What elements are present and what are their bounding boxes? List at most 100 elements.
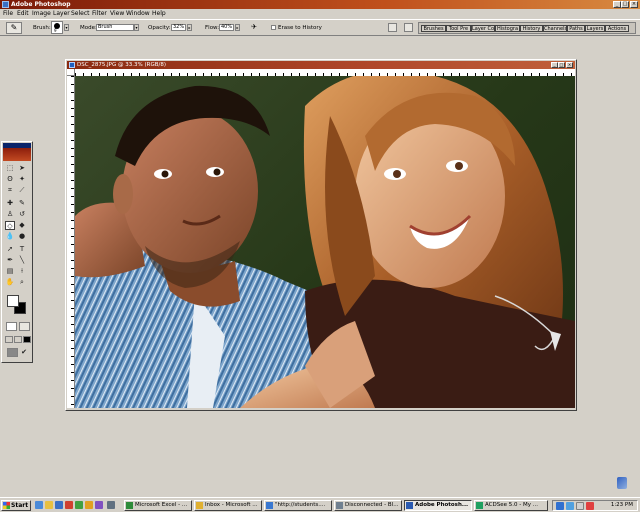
app-quicklaunch-icon[interactable]: [95, 501, 103, 509]
start-button[interactable]: Start: [1, 500, 31, 511]
more-quicklaunch-icon[interactable]: [107, 501, 115, 509]
tab-tool-presets[interactable]: Tool Pre: [446, 25, 471, 32]
desktop-quicklaunch-icon[interactable]: [55, 501, 63, 509]
task-photoshop[interactable]: Adobe Photosh...: [404, 500, 472, 511]
path-select-icon[interactable]: ➚: [5, 245, 15, 254]
tray-volume-icon[interactable]: [576, 502, 584, 510]
brush-preview[interactable]: 9: [51, 21, 63, 34]
adobe-logo-icon[interactable]: [3, 148, 31, 161]
task-excel[interactable]: Microsoft Excel - ...: [124, 500, 192, 511]
doc-maximize-icon[interactable]: □: [558, 62, 565, 68]
tab-paths[interactable]: Paths: [567, 25, 585, 32]
healing-brush-icon[interactable]: ✚: [5, 199, 15, 208]
vertical-ruler[interactable]: [67, 76, 75, 408]
palette-toggle-icon[interactable]: [404, 23, 413, 32]
opacity-label: Opacity:: [148, 25, 171, 31]
standard-mode-icon[interactable]: [6, 322, 17, 331]
slice-tool-icon[interactable]: ⟋: [17, 186, 27, 195]
task-inbox[interactable]: Inbox - Microsoft ...: [194, 500, 262, 511]
folder-quicklaunch-icon[interactable]: [85, 501, 93, 509]
file-browser-icon[interactable]: [388, 23, 397, 32]
brush-size: 9: [54, 28, 57, 33]
eyedropper-icon[interactable]: ⟊: [17, 267, 27, 276]
tab-layer-comps[interactable]: Layer Co: [471, 25, 495, 32]
menu-edit[interactable]: Edit: [17, 9, 29, 19]
opacity-input[interactable]: 32%: [171, 24, 186, 31]
excel-quicklaunch-icon[interactable]: [75, 501, 83, 509]
flow-input[interactable]: 40%: [219, 24, 234, 31]
tray-antivirus-icon[interactable]: [586, 502, 594, 510]
photo-canvas[interactable]: [75, 76, 575, 408]
foreground-color-swatch[interactable]: [7, 295, 19, 307]
menu-layer[interactable]: Layer: [53, 9, 70, 19]
flow-dropdown-icon[interactable]: ▸: [235, 24, 240, 31]
document-window[interactable]: DSC_2875.JPG @ 33.3% (RGB/8) _ □ ×: [65, 59, 577, 411]
menu-select[interactable]: Select: [71, 9, 90, 19]
dodge-tool-icon[interactable]: ●: [17, 232, 27, 241]
mode-dropdown-icon[interactable]: ▾: [134, 24, 139, 31]
menu-help[interactable]: Help: [152, 9, 166, 19]
ruler-origin[interactable]: [67, 69, 75, 76]
tray-globe-icon[interactable]: [566, 502, 574, 510]
tab-history[interactable]: History: [520, 25, 543, 32]
pen-tool-icon[interactable]: ✒: [5, 256, 15, 265]
acrobat-quicklaunch-icon[interactable]: [65, 501, 73, 509]
move-tool-icon[interactable]: ➤: [17, 164, 27, 173]
tray-network-icon[interactable]: [556, 502, 564, 510]
line-tool-icon[interactable]: ╲: [17, 256, 27, 265]
outlook-quicklaunch-icon[interactable]: [45, 501, 53, 509]
brush-tool-icon[interactable]: ✎: [17, 199, 27, 208]
close-icon[interactable]: ×: [630, 1, 638, 8]
taskbar-clock[interactable]: 1:23 PM: [611, 501, 633, 510]
ie-quicklaunch-icon[interactable]: [35, 501, 43, 509]
crop-tool-icon[interactable]: ⌗: [5, 186, 15, 195]
paint-bucket-icon[interactable]: ◆: [17, 221, 27, 230]
type-tool-icon[interactable]: T: [17, 245, 27, 254]
history-brush-icon[interactable]: ↺: [17, 210, 27, 219]
lasso-tool-icon[interactable]: ʘ: [5, 175, 15, 184]
opacity-dropdown-icon[interactable]: ▸: [187, 24, 192, 31]
eraser-tool-icon[interactable]: ◇: [5, 221, 15, 230]
notes-tool-icon[interactable]: ▤: [5, 267, 15, 276]
task-disconnected[interactable]: Disconnected - Bl...: [334, 500, 402, 511]
tab-actions[interactable]: Actions: [605, 25, 629, 32]
marquee-tool-icon[interactable]: ⬚: [5, 164, 15, 173]
minimize-icon[interactable]: _: [613, 1, 621, 8]
airbrush-icon[interactable]: ✈: [249, 23, 259, 32]
menu-window[interactable]: Window: [126, 9, 150, 19]
brush-dropdown-icon[interactable]: ▾: [64, 24, 69, 31]
doc-minimize-icon[interactable]: _: [551, 62, 558, 68]
maximize-icon[interactable]: □: [621, 1, 629, 8]
tab-channels[interactable]: Channels: [543, 25, 567, 32]
eraser-tool-preset-icon[interactable]: ✎: [6, 22, 22, 34]
magic-wand-icon[interactable]: ✦: [17, 175, 27, 184]
menu-view[interactable]: View: [110, 9, 124, 19]
screen-mode-full-menu-icon[interactable]: [14, 336, 22, 343]
app-title-bar[interactable]: Adobe Photoshop _ □ ×: [0, 0, 640, 9]
mode-select[interactable]: Brush: [96, 24, 134, 31]
blur-tool-icon[interactable]: 💧: [5, 232, 15, 241]
tab-histogram[interactable]: Histogra: [495, 25, 520, 32]
erase-history-checkbox[interactable]: [271, 25, 276, 30]
tab-brushes[interactable]: Brushes: [421, 25, 446, 32]
menu-image[interactable]: Image: [32, 9, 51, 19]
menu-filter[interactable]: Filter: [92, 9, 107, 19]
checkmark-icon[interactable]: ✔: [19, 348, 29, 357]
brush-label: Brush:: [33, 25, 51, 31]
zoom-tool-icon[interactable]: ⌕: [17, 278, 27, 287]
screen-mode-full-icon[interactable]: [23, 336, 31, 343]
jump-to-imageready-icon[interactable]: [7, 348, 18, 357]
task-browser[interactable]: "http://students....: [264, 500, 332, 511]
task-acdsee[interactable]: ACDSee 5.0 - My ...: [474, 500, 548, 511]
desktop-shortcut-icon[interactable]: [617, 477, 627, 489]
quick-mask-icon[interactable]: [19, 322, 30, 331]
screen-mode-standard-icon[interactable]: [5, 336, 13, 343]
tab-layers[interactable]: Layers: [585, 25, 605, 32]
document-title-bar[interactable]: DSC_2875.JPG @ 33.3% (RGB/8) _ □ ×: [67, 61, 575, 69]
doc-close-icon[interactable]: ×: [566, 62, 573, 68]
menu-file[interactable]: File: [3, 9, 13, 19]
acdsee-icon: [476, 502, 483, 509]
hand-tool-icon[interactable]: ✋: [5, 278, 15, 287]
clone-stamp-icon[interactable]: ♙: [5, 210, 15, 219]
task-label: Inbox - Microsoft ...: [205, 502, 258, 508]
